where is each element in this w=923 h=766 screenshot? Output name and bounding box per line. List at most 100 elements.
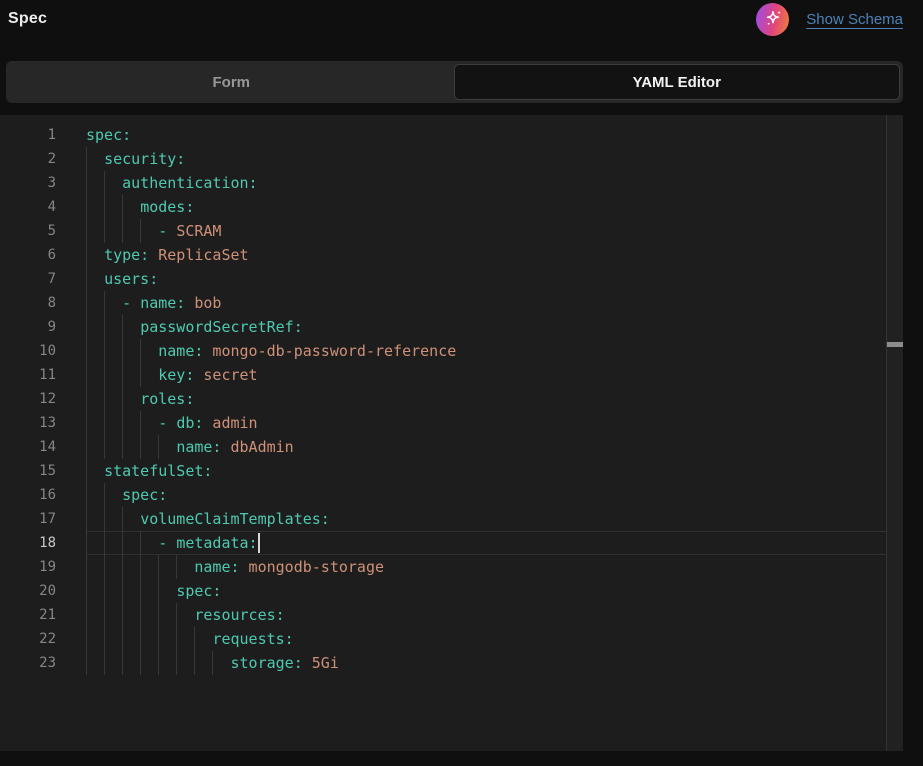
- line-number: 9: [0, 315, 56, 339]
- indent-spaces: [86, 246, 104, 264]
- indent-guide: [86, 579, 87, 603]
- code-line[interactable]: 17 volumeClaimTemplates:: [0, 507, 886, 531]
- indent-guide: [140, 555, 141, 579]
- tab-form[interactable]: Form: [9, 64, 454, 100]
- code-content: name: mongo-db-password-reference: [86, 339, 886, 363]
- yaml-key: modes:: [140, 198, 194, 216]
- code-content: resources:: [86, 603, 886, 627]
- indent-guide: [158, 555, 159, 579]
- indent-guide: [86, 627, 87, 651]
- yaml-key: statefulSet:: [104, 462, 212, 480]
- show-schema-link[interactable]: Show Schema: [806, 11, 903, 28]
- indent-guide: [140, 531, 141, 555]
- code-line[interactable]: 21 resources:: [0, 603, 886, 627]
- code-line[interactable]: 14 name: dbAdmin: [0, 435, 886, 459]
- line-number: 2: [0, 147, 56, 171]
- tab-yaml-editor[interactable]: YAML Editor: [454, 64, 901, 100]
- yaml-dash: -: [158, 534, 176, 552]
- code-line[interactable]: 5 - SCRAM: [0, 219, 886, 243]
- yaml-editor[interactable]: 1spec:2 security:3 authentication:4 mode…: [0, 115, 903, 751]
- yaml-value: ReplicaSet: [149, 246, 248, 264]
- code-line[interactable]: 13 - db: admin: [0, 411, 886, 435]
- code-content: - metadata:: [86, 531, 886, 555]
- yaml-key: authentication:: [122, 174, 257, 192]
- code-line[interactable]: 3 authentication:: [0, 171, 886, 195]
- code-content: passwordSecretRef:: [86, 315, 886, 339]
- indent-guide: [158, 651, 159, 675]
- indent-guide: [104, 363, 105, 387]
- indent-guide: [86, 603, 87, 627]
- code-content: spec:: [86, 579, 886, 603]
- indent-spaces: [86, 462, 104, 480]
- ai-sparkle-button[interactable]: [756, 3, 789, 36]
- code-line[interactable]: 15 statefulSet:: [0, 459, 886, 483]
- code-content: spec:: [86, 123, 886, 147]
- indent-guide: [104, 627, 105, 651]
- code-line[interactable]: 8 - name: bob: [0, 291, 886, 315]
- indent-guide: [104, 219, 105, 243]
- yaml-key: roles:: [140, 390, 194, 408]
- indent-guide: [122, 507, 123, 531]
- indent-spaces: [86, 150, 104, 168]
- code-line[interactable]: 20 spec:: [0, 579, 886, 603]
- indent-guide: [122, 315, 123, 339]
- yaml-key: storage:: [231, 654, 303, 672]
- line-number: 17: [0, 507, 56, 531]
- indent-spaces: [86, 198, 140, 216]
- code-content: storage: 5Gi: [86, 651, 886, 675]
- line-number: 8: [0, 291, 56, 315]
- indent-guide: [104, 411, 105, 435]
- indent-guide: [86, 171, 87, 195]
- code-line[interactable]: 7 users:: [0, 267, 886, 291]
- code-line[interactable]: 18 - metadata:: [0, 531, 886, 555]
- code-line[interactable]: 22 requests:: [0, 627, 886, 651]
- indent-guide: [86, 387, 87, 411]
- indent-guide: [104, 483, 105, 507]
- yaml-value: secret: [194, 366, 257, 384]
- indent-spaces: [86, 318, 140, 336]
- header-actions: Show Schema: [756, 3, 903, 36]
- indent-guide: [122, 555, 123, 579]
- yaml-key: users:: [104, 270, 158, 288]
- indent-guide: [212, 651, 213, 675]
- line-number: 5: [0, 219, 56, 243]
- code-line[interactable]: 16 spec:: [0, 483, 886, 507]
- line-number: 15: [0, 459, 56, 483]
- code-line[interactable]: 6 type: ReplicaSet: [0, 243, 886, 267]
- indent-guide: [86, 291, 87, 315]
- yaml-key: security:: [104, 150, 185, 168]
- indent-guide: [86, 651, 87, 675]
- code-line[interactable]: 12 roles:: [0, 387, 886, 411]
- indent-guide: [158, 579, 159, 603]
- line-number: 21: [0, 603, 56, 627]
- code-line[interactable]: 9 passwordSecretRef:: [0, 315, 886, 339]
- code-line[interactable]: 4 modes:: [0, 195, 886, 219]
- yaml-key: spec:: [176, 582, 221, 600]
- code-line[interactable]: 1spec:: [0, 123, 886, 147]
- indent-guide: [86, 555, 87, 579]
- code-line[interactable]: 19 name: mongodb-storage: [0, 555, 886, 579]
- indent-guide: [104, 315, 105, 339]
- yaml-value: SCRAM: [176, 222, 221, 240]
- editor-scrollbar[interactable]: [886, 115, 903, 751]
- code-line[interactable]: 11 key: secret: [0, 363, 886, 387]
- indent-guide: [140, 411, 141, 435]
- code-line[interactable]: 23 storage: 5Gi: [0, 651, 886, 675]
- indent-guide: [86, 411, 87, 435]
- yaml-key: requests:: [212, 630, 293, 648]
- indent-guide: [86, 507, 87, 531]
- indent-guide: [122, 579, 123, 603]
- yaml-value: mongodb-storage: [240, 558, 385, 576]
- indent-guide: [86, 243, 87, 267]
- line-number: 3: [0, 171, 56, 195]
- code-line[interactable]: 10 name: mongo-db-password-reference: [0, 339, 886, 363]
- yaml-dash: -: [122, 294, 140, 312]
- indent-guide: [86, 195, 87, 219]
- code-content: - SCRAM: [86, 219, 886, 243]
- indent-guide: [86, 459, 87, 483]
- line-number: 4: [0, 195, 56, 219]
- indent-guide: [104, 651, 105, 675]
- code-content: spec:: [86, 483, 886, 507]
- code-line[interactable]: 2 security:: [0, 147, 886, 171]
- indent-guide: [104, 579, 105, 603]
